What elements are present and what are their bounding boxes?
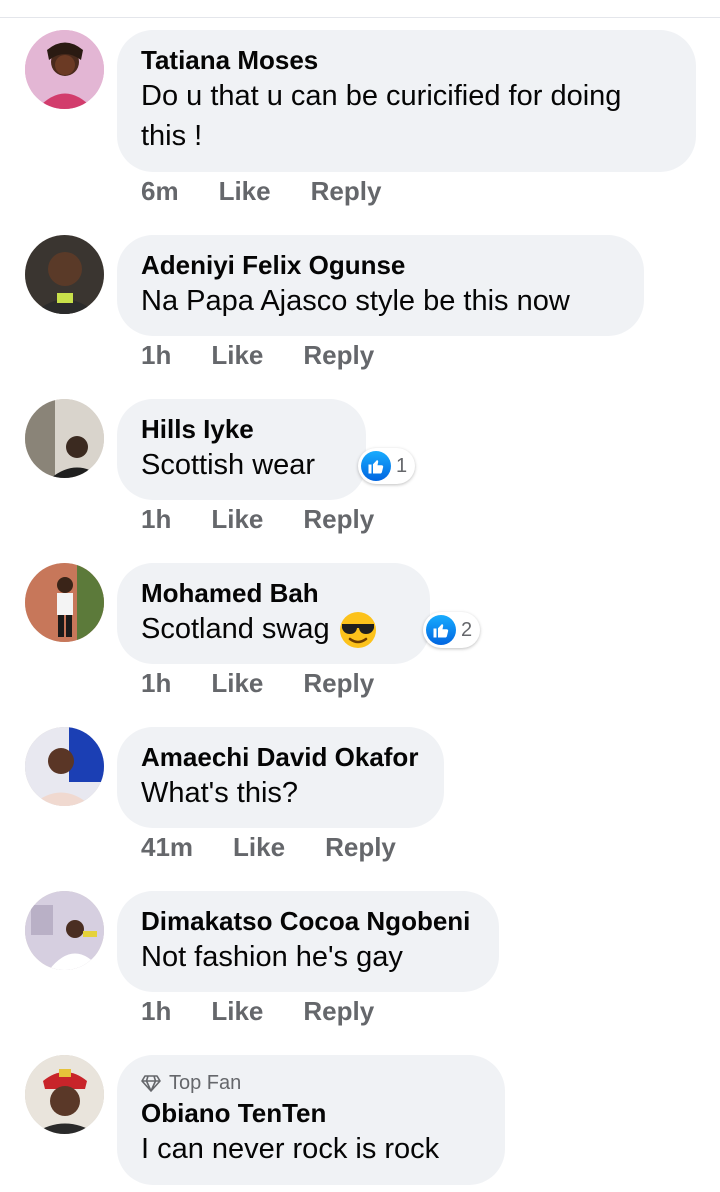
diamond-icon (141, 1075, 161, 1092)
avatar[interactable] (25, 235, 104, 314)
comment-author[interactable]: Mohamed Bah (141, 577, 406, 609)
like-button[interactable]: Like (211, 668, 263, 699)
comment-text-content: Scotland swag (141, 613, 330, 645)
comment-text: Scottish wear (141, 449, 316, 481)
reaction-count: 1 (396, 454, 408, 477)
reply-button[interactable]: Reply (325, 832, 396, 863)
comment-author[interactable]: Hills Iyke (141, 413, 342, 445)
comment-author[interactable]: Adeniyi Felix Ogunse (141, 249, 620, 281)
top-divider (0, 17, 720, 18)
reaction-badge[interactable]: 2 (423, 612, 481, 648)
comment-actions: 1h Like Reply (141, 504, 414, 535)
like-button[interactable]: Like (233, 832, 285, 863)
comment-text: Na Papa Ajasco style be this now (141, 285, 570, 317)
thumbs-up-icon (426, 615, 456, 645)
comment-bubble: Tatiana Moses Do u that u can be curicif… (117, 30, 696, 172)
comment-actions: 6m Like Reply (141, 176, 421, 207)
badge-label: Top Fan (169, 1072, 242, 1094)
comment-bubble: Hills Iyke Scottish wear (117, 399, 366, 500)
comment-text: Scotland swag (141, 609, 406, 650)
avatar[interactable] (25, 891, 104, 970)
comment-text: Do u that u can be curicified for doing … (141, 80, 622, 152)
like-button[interactable]: Like (219, 176, 271, 207)
comment-text: What's this? (141, 777, 299, 809)
like-button[interactable]: Like (211, 504, 263, 535)
comment-timestamp[interactable]: 1h (141, 996, 171, 1027)
reply-button[interactable]: Reply (311, 176, 382, 207)
avatar[interactable] (25, 399, 104, 478)
comment-bubble: Mohamed Bah Scotland swag (117, 563, 430, 664)
avatar[interactable] (25, 563, 104, 642)
sunglasses-emoji-icon (338, 610, 378, 650)
reply-button[interactable]: Reply (303, 504, 374, 535)
comment-text: I can never rock is rock (141, 1133, 440, 1165)
comment-author[interactable]: Tatiana Moses (141, 44, 672, 76)
reply-button[interactable]: Reply (303, 996, 374, 1027)
like-button[interactable]: Like (211, 340, 263, 371)
comment-author[interactable]: Dimakatso Cocoa Ngobeni (141, 905, 475, 937)
comment-bubble: Adeniyi Felix Ogunse Na Papa Ajasco styl… (117, 235, 644, 336)
comment-timestamp[interactable]: 1h (141, 340, 171, 371)
reply-button[interactable]: Reply (303, 668, 374, 699)
comment-timestamp[interactable]: 1h (141, 504, 171, 535)
avatar[interactable] (25, 30, 104, 109)
reaction-count: 2 (461, 618, 473, 641)
comment-bubble: Amaechi David Okafor What's this? (117, 727, 444, 828)
comment-timestamp[interactable]: 1h (141, 668, 171, 699)
reaction-badge[interactable]: 1 (358, 448, 416, 484)
comment-bubble: Dimakatso Cocoa Ngobeni Not fashion he's… (117, 891, 499, 992)
thumbs-up-icon (361, 451, 391, 481)
comment-actions: 1h Like Reply (141, 340, 414, 371)
comment-actions: 41m Like Reply (141, 832, 436, 863)
comment-bubble: Top Fan Obiano TenTen I can never rock i… (117, 1055, 505, 1185)
comment-actions: 1h Like Reply (141, 668, 414, 699)
reply-button[interactable]: Reply (303, 340, 374, 371)
avatar[interactable] (25, 1055, 104, 1134)
comment-actions: 1h Like Reply (141, 996, 414, 1027)
like-button[interactable]: Like (211, 996, 263, 1027)
comment-timestamp[interactable]: 41m (141, 832, 193, 863)
comment-timestamp[interactable]: 6m (141, 176, 179, 207)
comment-author[interactable]: Obiano TenTen (141, 1097, 481, 1129)
avatar[interactable] (25, 727, 104, 806)
top-fan-badge: Top Fan (141, 1071, 481, 1095)
comment-author[interactable]: Amaechi David Okafor (141, 741, 420, 773)
comment-text: Not fashion he's gay (141, 941, 403, 973)
